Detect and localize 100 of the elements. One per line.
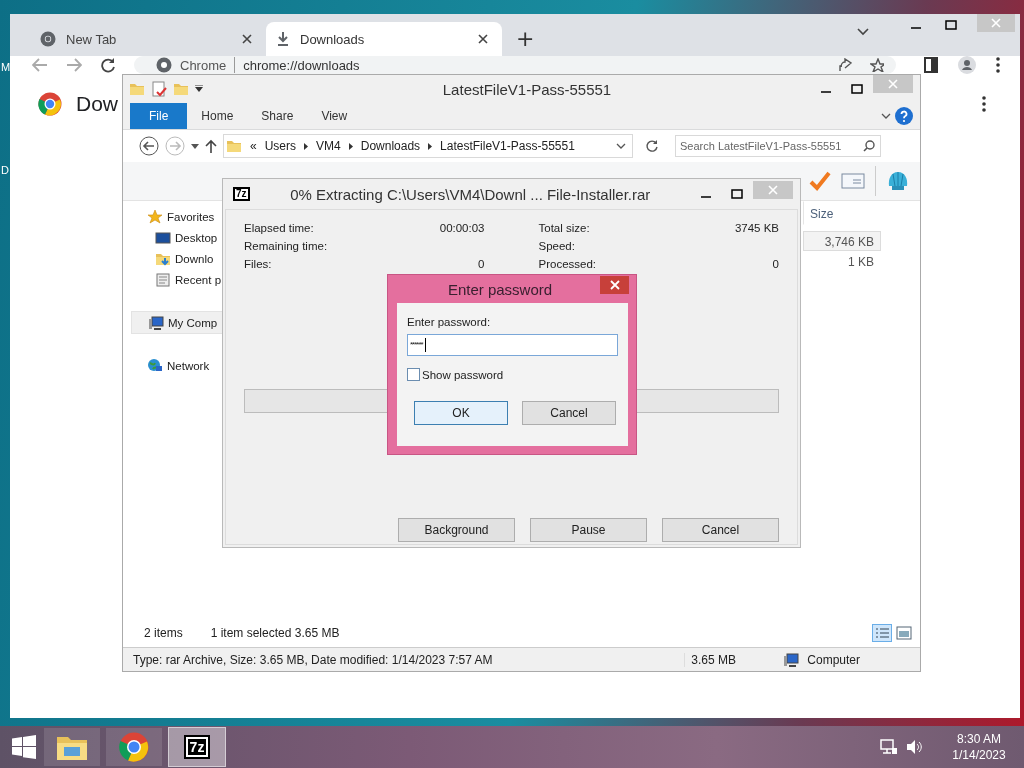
taskbar-button[interactable] [44,728,100,766]
ribbon-tab[interactable]: Share [247,103,308,129]
chevron-right-icon [304,142,309,150]
help-icon[interactable] [895,107,913,125]
file-size: 3.65 MB [684,652,778,667]
nav-item[interactable]: Desktop [131,227,223,248]
checkbox-label[interactable]: Show password [422,368,504,381]
desktop-icon-label[interactable]: D [1,164,9,176]
volume-icon[interactable] [906,739,922,755]
chrome-logo-icon [156,57,172,73]
address-bar[interactable]: « Users VM4 Downloads LatestFileV1-Pass-55551 [223,134,633,158]
close-icon[interactable] [242,34,252,44]
taskbar-button[interactable]: 7z [168,727,226,767]
close-icon[interactable] [478,34,488,44]
stat-value: 00:00:03 [439,222,485,236]
search-field[interactable]: Search LatestFileV1-Pass-55551 [675,135,881,157]
nav-item[interactable]: Recent p [131,269,223,290]
star-icon[interactable] [870,58,884,72]
stat-label: Processed: [538,258,597,272]
stat-value: 3745 KB [734,222,779,236]
nav-item[interactable]: Network [131,355,223,376]
browser-tab[interactable]: New Tab [30,22,266,56]
chevron-right-icon [428,142,433,150]
column-header[interactable]: Size [803,201,887,225]
close-icon [768,185,778,195]
properties-icon[interactable] [151,81,167,97]
taskbar-button[interactable] [106,728,162,766]
breadcrumb-item[interactable]: LatestFileV1-Pass-55551 [440,139,575,153]
close-icon [888,79,898,89]
checkbox[interactable] [407,368,420,381]
checkmark-icon[interactable] [809,170,831,192]
dialog-button[interactable]: Pause [530,518,647,542]
stat-label: Speed: [538,240,575,254]
nav-item[interactable]: Favorites [131,206,223,227]
breadcrumb-item[interactable]: « [250,139,257,153]
profile-icon[interactable] [958,56,976,74]
close-icon [609,280,620,290]
menu-icon[interactable] [996,57,1000,73]
up-icon[interactable] [205,139,217,153]
breadcrumb-item[interactable]: VM4 [316,139,341,153]
chrome-logo-icon [119,732,149,762]
size-cell: 3,746 KB [803,231,881,251]
browser-tab[interactable]: Downloads [266,22,502,56]
size-cell-text: 1 KB [847,254,875,271]
chevron-down-icon[interactable] [881,113,891,119]
ribbon-tab[interactable]: View [307,103,362,129]
clock-date[interactable]: 1/14/2023 [952,747,1006,763]
page-heading: Dow [76,92,118,116]
close-icon [991,18,1001,28]
dropdown-icon[interactable] [195,85,203,93]
dialog-button[interactable]: Cancel [662,518,779,542]
computer-icon [148,314,164,331]
file-details: Type: rar Archive, Size: 3.65 MB, Date modified: 1/14/2023 7:57 AM [133,652,493,667]
dialog-title: 0% Extracting C:\Users\VM4\Downl ... File-Installer.rar [289,185,652,203]
chevron-down-icon[interactable] [857,28,869,36]
chevron-right-icon [348,142,353,150]
shell-icon[interactable] [886,169,910,193]
ribbon-tab[interactable]: Home [187,103,248,129]
download-icon [276,31,290,47]
breadcrumb-item[interactable]: Users [264,139,297,153]
folder-icon [226,138,242,154]
close-button[interactable] [600,276,629,294]
dialog-title: Enter password [446,280,554,298]
chevron-down-icon[interactable] [616,143,626,149]
side-panel-icon[interactable] [924,57,938,73]
password-field[interactable]: ****** [407,334,618,356]
clock-time[interactable]: 8:30 AM [957,731,1001,747]
stat-label: Files: [244,258,272,272]
new-tab-button[interactable]: + [516,26,535,52]
globe-icon [147,357,163,374]
app-logo: 7z [233,187,250,201]
maximize-icon[interactable] [851,84,863,94]
stat-label: Remaining time: [244,240,328,254]
stat-value: 0 [478,258,485,272]
windows-logo-icon[interactable] [12,735,36,759]
star-icon [147,208,163,225]
reload-icon[interactable] [100,57,116,73]
maximize-icon[interactable] [945,20,957,30]
dialog-button[interactable]: Cancel [522,401,616,425]
selection-info: 1 item selected 3.65 MB [210,626,340,640]
chrome-logo-icon [38,92,62,116]
address-bar[interactable]: Chrome chrome://downloads [134,56,896,74]
breadcrumb-item[interactable]: Downloads [360,139,421,153]
desktop-icon-label[interactable]: M [1,61,11,73]
nav-item[interactable]: My Comp [131,311,223,334]
network-icon[interactable] [880,739,898,755]
list-icon [155,271,171,288]
dialog-button[interactable]: Background [398,518,515,542]
back-icon[interactable] [139,136,159,156]
maximize-icon[interactable] [731,189,743,199]
field-label: Enter password: [407,316,492,328]
dropdown-icon[interactable] [191,143,199,149]
window-title: LatestFileV1-Pass-55551 [441,80,613,98]
refresh-icon[interactable] [645,139,659,153]
menu-icon[interactable] [982,96,986,112]
share-icon[interactable] [838,58,852,72]
nav-item[interactable]: Downlo [131,248,223,269]
stat-value: 0 [772,258,779,272]
dialog-button[interactable]: OK [414,401,508,425]
computer-icon [783,651,802,668]
